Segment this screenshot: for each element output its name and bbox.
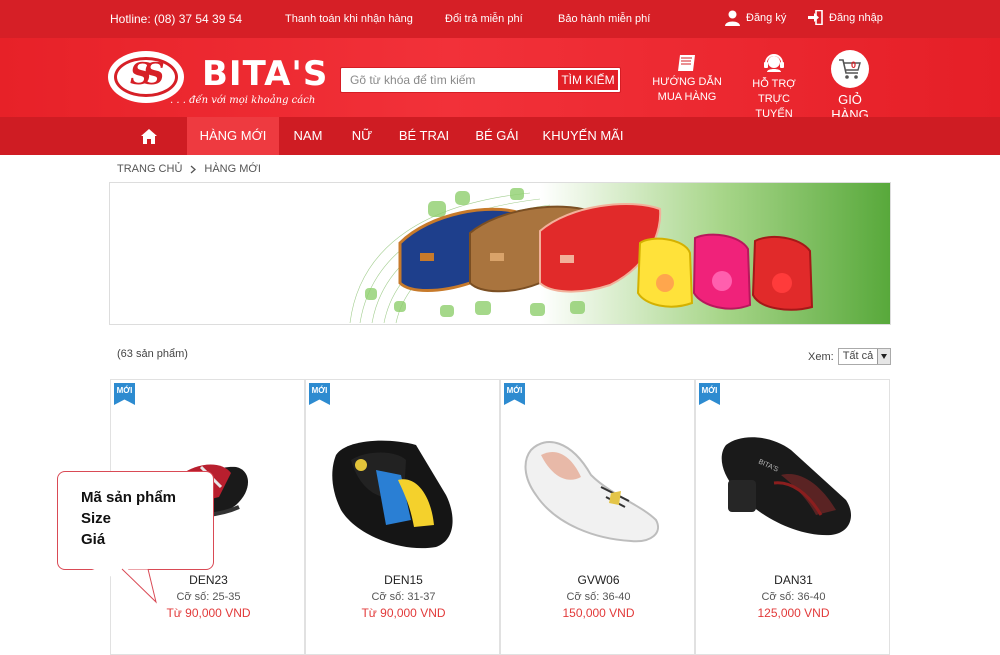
product-price: Từ 90,000 VND — [361, 606, 446, 620]
view-select[interactable]: Tất cả — [837, 348, 891, 365]
product-image[interactable]: BITA'S — [696, 415, 891, 565]
login-icon — [808, 10, 823, 25]
nav-item-promotions[interactable]: KHUYẾN MÃI — [538, 117, 628, 155]
home-nav-button[interactable] — [132, 117, 166, 155]
callout-line2: Size — [81, 510, 112, 527]
main-nav: HÀNG MỚI NAM NỮ BÉ TRAI BÉ GÁI KHUYẾN MÃ… — [0, 117, 1000, 155]
register-link[interactable]: Đăng ký — [725, 10, 786, 26]
product-size: Cỡ số: 36-40 — [761, 591, 826, 603]
guide-line2: MUA HÀNG — [657, 91, 717, 103]
nav-item-men[interactable]: NAM — [280, 117, 336, 155]
top-bar: Hotline: (08) 37 54 39 54 Thanh toán khi… — [0, 0, 1000, 38]
headset-icon — [764, 54, 784, 72]
search-box: TÌM KIẾM — [340, 67, 621, 93]
nav-item-girls[interactable]: BÉ GÁI — [466, 117, 528, 155]
nav-item-new[interactable]: HÀNG MỚI — [187, 117, 279, 155]
new-badge: MỚI — [699, 383, 720, 405]
book-icon — [678, 55, 695, 71]
nav-item-women[interactable]: NỮ — [340, 117, 384, 155]
product-card[interactable]: MỚI BITA'S DAN31 Cỡ số: 36-40 125,000 VN… — [695, 379, 890, 655]
chevron-right-icon — [190, 165, 197, 173]
product-price: Từ 90,000 VND — [166, 606, 251, 620]
product-code: DAN31 — [774, 573, 813, 587]
view-select-value: Tất cả — [842, 350, 874, 362]
new-badge: MỚI — [114, 383, 135, 405]
login-label: Đăng nhập — [829, 11, 883, 24]
register-label: Đăng ký — [746, 12, 787, 24]
login-link[interactable]: Đăng nhập — [808, 10, 883, 25]
payment-info: Thanh toán khi nhận hàng — [285, 13, 413, 25]
support-link[interactable]: HỖ TRỢ TRỰC TUYẾN — [735, 53, 813, 122]
logo-slogan: . . . đến với mọi khoảng cách — [170, 95, 316, 106]
chevron-down-icon — [876, 349, 890, 364]
search-input[interactable] — [341, 68, 555, 92]
promo-banner[interactable] — [109, 182, 891, 325]
product-card[interactable]: MỚI DEN15 Cỡ số: 31-37 Từ 90,000 VND — [305, 379, 500, 655]
breadcrumb: TRANG CHỦ HÀNG MỚI — [117, 163, 261, 175]
user-icon — [725, 10, 740, 26]
callout-pointer — [92, 568, 157, 604]
new-badge: MỚI — [504, 383, 525, 405]
cart-icon: 0 — [831, 50, 869, 88]
product-count: (63 sản phẩm) — [117, 348, 188, 360]
product-image[interactable] — [501, 415, 696, 565]
callout-line3: Giá — [81, 531, 106, 548]
breadcrumb-current: HÀNG MỚI — [204, 163, 261, 175]
product-code: GVW06 — [577, 573, 620, 587]
return-info: Đổi trả miễn phí — [445, 13, 523, 25]
view-label: Xem: — [808, 350, 834, 363]
breadcrumb-home[interactable]: TRANG CHỦ — [117, 163, 182, 175]
header: SS BITA'S . . . đến với mọi khoảng cách … — [0, 38, 1000, 122]
warranty-info: Bảo hành miễn phí — [558, 13, 651, 25]
product-code: DEN15 — [384, 573, 423, 587]
product-image[interactable] — [306, 415, 501, 565]
product-price: 125,000 VND — [757, 606, 830, 620]
view-selector: Xem: Tất cả — [808, 348, 891, 365]
product-card[interactable]: MỚI GVW06 Cỡ số: 36-40 150,000 VND — [500, 379, 695, 655]
hotline: Hotline: (08) 37 54 39 54 — [110, 12, 243, 26]
nav-item-boys[interactable]: BÉ TRAI — [392, 117, 456, 155]
home-icon — [141, 128, 157, 144]
logo-text: BITA'S — [202, 54, 329, 94]
new-badge: MỚI — [309, 383, 330, 405]
search-button[interactable]: TÌM KIẾM — [557, 69, 619, 91]
product-price: 150,000 VND — [562, 606, 635, 620]
logo[interactable]: SS BITA'S . . . đến với mọi khoảng cách — [108, 48, 327, 110]
product-size: Cỡ số: 36-40 — [566, 591, 631, 603]
banner-image — [110, 183, 890, 324]
cart-count: 0 — [851, 60, 857, 70]
page: Hotline: (08) 37 54 39 54 Thanh toán khi… — [0, 0, 1000, 655]
guide-link[interactable]: HƯỚNG DẪN MUA HÀNG — [652, 53, 722, 105]
product-size: Cỡ số: 31-37 — [371, 591, 436, 603]
cart-button[interactable]: 0 GIỎ HÀNG — [820, 50, 880, 122]
guide-line1: HƯỚNG DẪN — [652, 76, 722, 88]
callout-line1: Mã sản phẩm — [81, 489, 177, 506]
support-line1: HỖ TRỢ TRỰC — [752, 78, 796, 105]
annotation-callout: Mã sản phẩm Size Giá — [57, 471, 214, 570]
